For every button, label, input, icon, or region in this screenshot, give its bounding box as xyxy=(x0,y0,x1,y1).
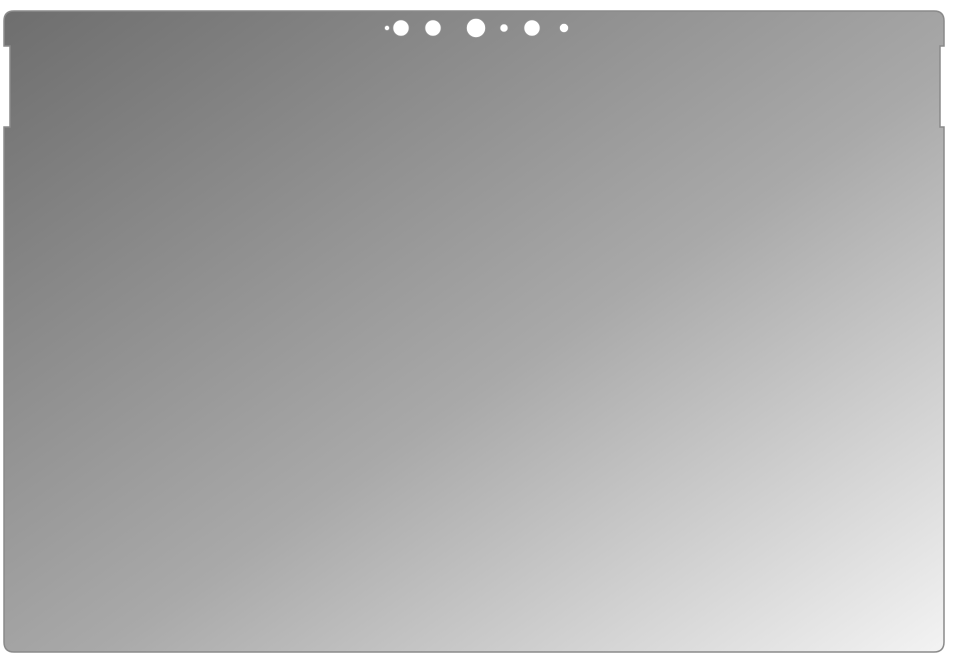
sensor-hole-icon xyxy=(384,25,390,31)
screen-protector-illustration xyxy=(0,0,960,657)
sensor-hole-icon xyxy=(559,23,569,33)
camera-hole-icon xyxy=(523,19,541,37)
screen-protector-film xyxy=(3,10,945,653)
camera-hole-icon xyxy=(466,18,486,38)
camera-hole-icon xyxy=(424,19,442,37)
camera-hole-icon xyxy=(392,19,410,37)
sensor-hole-icon xyxy=(499,23,509,33)
screen-protector-svg xyxy=(3,10,945,653)
